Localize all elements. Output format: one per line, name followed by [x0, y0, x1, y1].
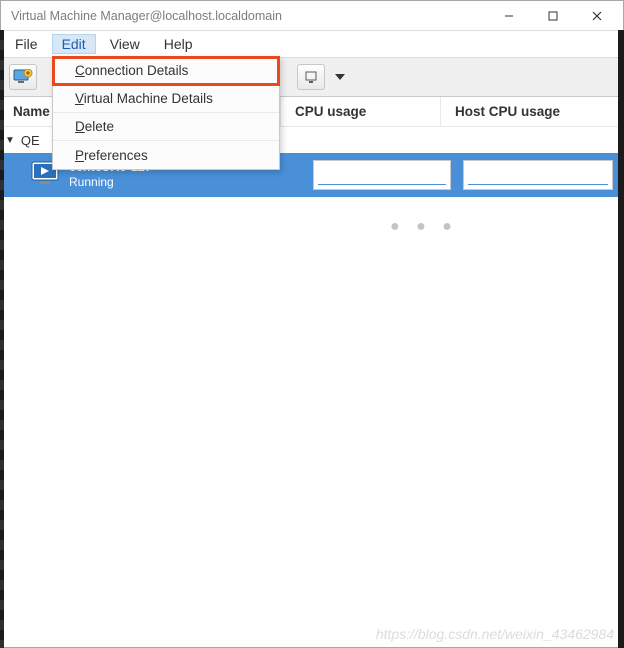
menubar: File Edit View Help	[1, 31, 623, 57]
column-header-host[interactable]: Host CPU usage	[441, 97, 623, 126]
right-desktop-edge	[618, 30, 624, 648]
minimize-button[interactable]	[487, 2, 531, 30]
menu-virtual-machine-details[interactable]: Virtual Machine Details	[53, 85, 279, 113]
toolbar-dropdown-caret[interactable]	[331, 74, 349, 80]
menu-file[interactable]: File	[5, 34, 48, 54]
connection-group-label: QE	[21, 133, 40, 148]
watermark: https://blog.csdn.net/weixin_43462984	[376, 626, 614, 642]
column-header-cpu-label: CPU usage	[295, 104, 366, 119]
window-controls	[487, 2, 619, 30]
column-header-host-label: Host CPU usage	[455, 104, 560, 119]
menu-item-label: Connection Details	[75, 63, 188, 78]
run-vm-icon	[304, 70, 318, 84]
monitor-plus-icon	[13, 69, 33, 85]
menu-edit[interactable]: Edit	[52, 34, 96, 54]
minimize-icon	[504, 11, 514, 21]
expand-triangle-icon[interactable]: ▼	[5, 135, 15, 146]
column-header-name-label: Name	[13, 104, 50, 119]
empty-area	[1, 197, 623, 647]
cpu-usage-sparkline	[313, 160, 451, 190]
window-title: Virtual Machine Manager@localhost.locald…	[11, 9, 487, 23]
menu-item-label: Preferences	[75, 148, 148, 163]
menu-help[interactable]: Help	[154, 34, 203, 54]
menu-preferences[interactable]: Preferences	[53, 141, 279, 169]
menu-item-label: Delete	[75, 119, 114, 134]
menu-delete[interactable]: Delete	[53, 113, 279, 141]
left-desktop-edge	[0, 30, 4, 648]
dropdown-caret-icon	[335, 74, 345, 80]
menu-item-label: Virtual Machine Details	[75, 91, 213, 106]
close-button[interactable]	[575, 2, 619, 30]
host-cpu-usage-sparkline	[463, 160, 613, 190]
menu-view[interactable]: View	[100, 34, 150, 54]
new-vm-button[interactable]	[9, 64, 37, 90]
maximize-button[interactable]	[531, 2, 575, 30]
titlebar: Virtual Machine Manager@localhost.locald…	[1, 1, 623, 31]
loading-dots: ● ● ●	[390, 218, 458, 236]
column-header-cpu[interactable]: CPU usage	[281, 97, 441, 126]
run-vm-button[interactable]	[297, 64, 325, 90]
close-icon	[592, 11, 602, 21]
edit-menu-dropdown: Connection Details Virtual Machine Detai…	[52, 56, 280, 170]
vm-status: Running	[69, 175, 152, 189]
maximize-icon	[548, 11, 558, 21]
menu-connection-details[interactable]: Connection Details	[53, 57, 279, 85]
